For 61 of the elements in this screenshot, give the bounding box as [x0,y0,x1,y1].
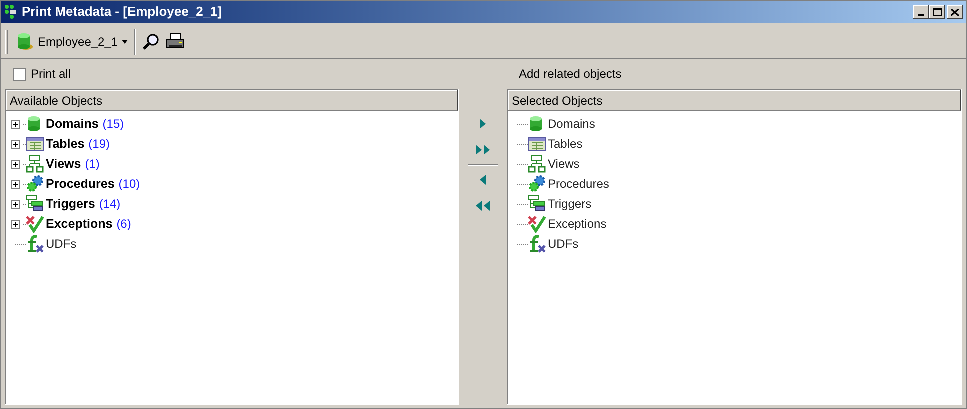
tree-item[interactable]: Triggers [46,194,96,214]
tree-item[interactable]: Exceptions [548,215,607,233]
function-icon [26,235,44,253]
double-arrow-right-icon [476,145,490,155]
double-arrow-left-icon [476,201,490,211]
cross-check-icon [26,215,44,233]
tree-item[interactable]: UDFs [548,235,579,253]
tree-item[interactable]: UDFs [46,235,77,253]
window-title: Print Metadata - [Employee_2_1] [22,3,222,22]
expand-icon[interactable] [11,220,20,228]
item-count: (14) [99,196,121,213]
search-icon [142,32,160,50]
minimize-button[interactable] [913,5,929,19]
function-icon [528,235,546,253]
tree-item[interactable]: Domains [46,114,99,134]
tree-item[interactable]: Procedures [46,174,115,194]
tree-item[interactable]: Tables [46,134,85,154]
table-icon [528,137,546,151]
arrow-left-icon [480,175,486,185]
tree-item[interactable]: Views [46,154,82,174]
item-count: (1) [85,156,100,173]
hierarchy-icon [528,155,546,173]
item-count: (6) [116,216,132,233]
cylinder-icon [528,116,544,132]
tree-item[interactable]: Domains [548,115,596,133]
print-all-label[interactable]: Print all [31,65,72,83]
tree-item[interactable]: Exceptions [46,214,113,234]
printer-icon [166,33,185,50]
expand-icon[interactable] [11,200,20,208]
column-header[interactable]: Selected Objects [508,90,961,111]
related-objects-label: Add related objects [518,66,622,83]
item-count: (15) [102,116,124,133]
expand-icon[interactable] [11,160,20,168]
gears-icon [26,175,44,193]
column-header[interactable]: Available Objects [6,90,458,111]
tree-item[interactable]: Triggers [548,195,592,213]
stacked-bars-icon [26,195,44,213]
database-dropdown[interactable]: Employee_2_1 [14,30,130,54]
cylinder-icon [26,116,42,132]
expand-icon[interactable] [11,180,20,188]
item-count: (19) [88,136,110,153]
tree-item[interactable]: Views [548,155,580,173]
database-icon [16,32,34,50]
gears-icon [528,175,546,193]
tree-item[interactable]: Tables [548,135,583,153]
maximize-icon [932,8,942,16]
tree-item[interactable]: Procedures [548,175,610,193]
maximize-button[interactable] [929,5,945,19]
item-count: (10) [118,176,140,193]
stacked-bars-icon [528,195,546,213]
minimize-icon [918,14,924,16]
close-button[interactable] [947,5,963,19]
close-icon [951,8,959,16]
expand-icon[interactable] [11,120,20,128]
table-icon [26,137,44,151]
print-all-checkbox[interactable] [13,68,26,80]
cross-check-icon [528,215,546,233]
caret-icon [122,40,128,44]
arrow-right-icon [480,119,486,129]
hierarchy-icon [26,155,44,173]
expand-icon[interactable] [11,140,20,148]
